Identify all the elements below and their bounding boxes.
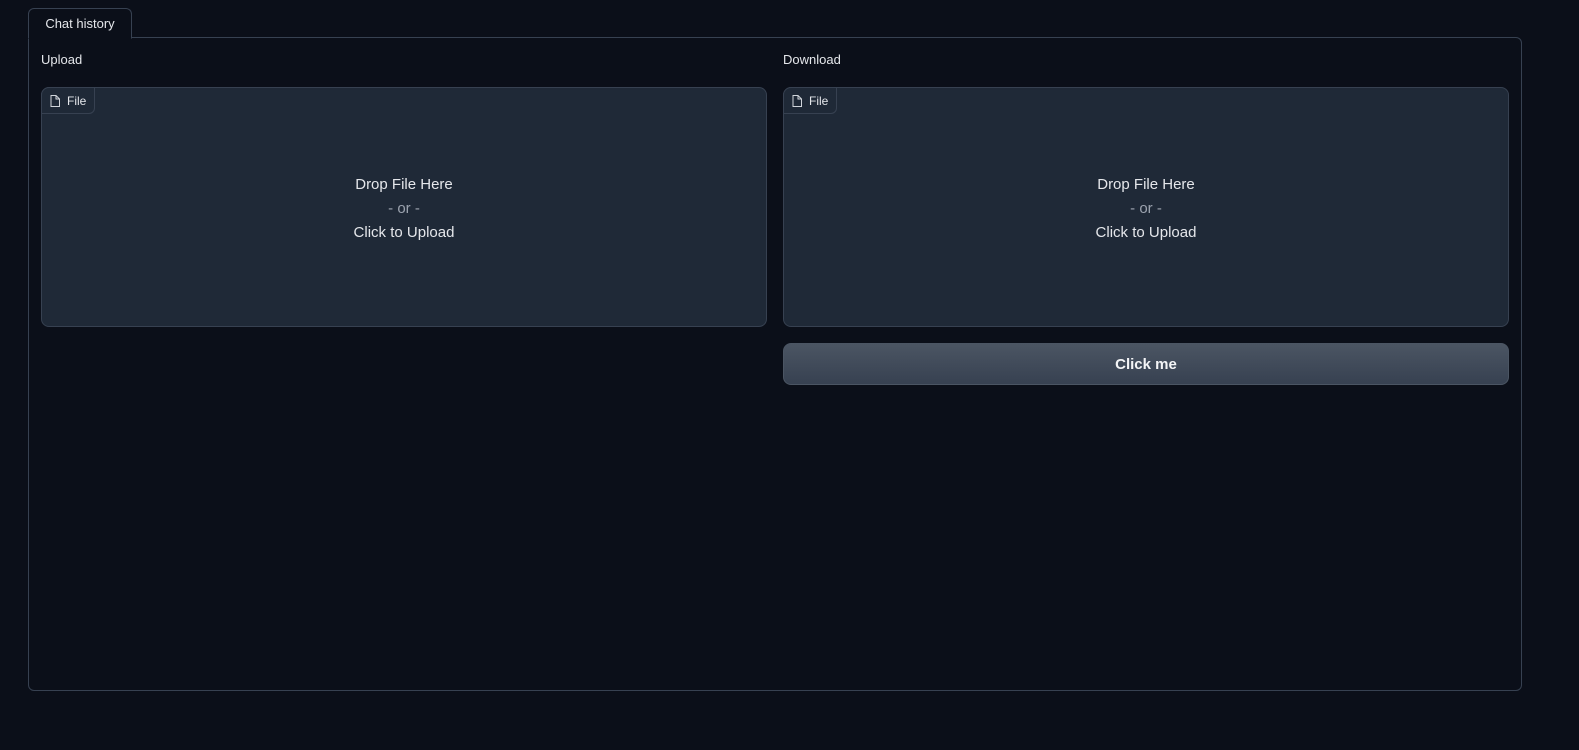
upload-or: - or - <box>388 200 420 217</box>
download-drop-here: Drop File Here <box>1097 176 1195 193</box>
download-badge-label: File <box>809 93 829 108</box>
download-label: Download <box>783 52 841 67</box>
upload-drop-here: Drop File Here <box>355 176 453 193</box>
download-drop-text: Drop File Here - or - Click to Upload <box>784 173 1508 245</box>
file-icon <box>50 94 60 107</box>
upload-drop-text: Drop File Here - or - Click to Upload <box>42 173 766 245</box>
upload-badge-label: File <box>67 93 87 108</box>
download-or: - or - <box>1130 200 1162 217</box>
file-icon <box>792 94 802 107</box>
tab-panel: Upload File Drop File Here - or - Click … <box>28 37 1522 691</box>
tab-chat-history[interactable]: Chat history <box>28 8 132 39</box>
upload-label: Upload <box>41 52 83 67</box>
upload-dropzone[interactable]: File Drop File Here - or - Click to Uplo… <box>41 87 767 327</box>
click-me-button[interactable]: Click me <box>783 343 1509 385</box>
upload-click-to-upload: Click to Upload <box>353 224 455 241</box>
upload-file-badge: File <box>41 87 96 114</box>
download-dropzone[interactable]: File Drop File Here - or - Click to Uplo… <box>783 87 1509 327</box>
download-click-to-upload: Click to Upload <box>1095 224 1197 241</box>
download-file-badge: File <box>783 87 838 114</box>
